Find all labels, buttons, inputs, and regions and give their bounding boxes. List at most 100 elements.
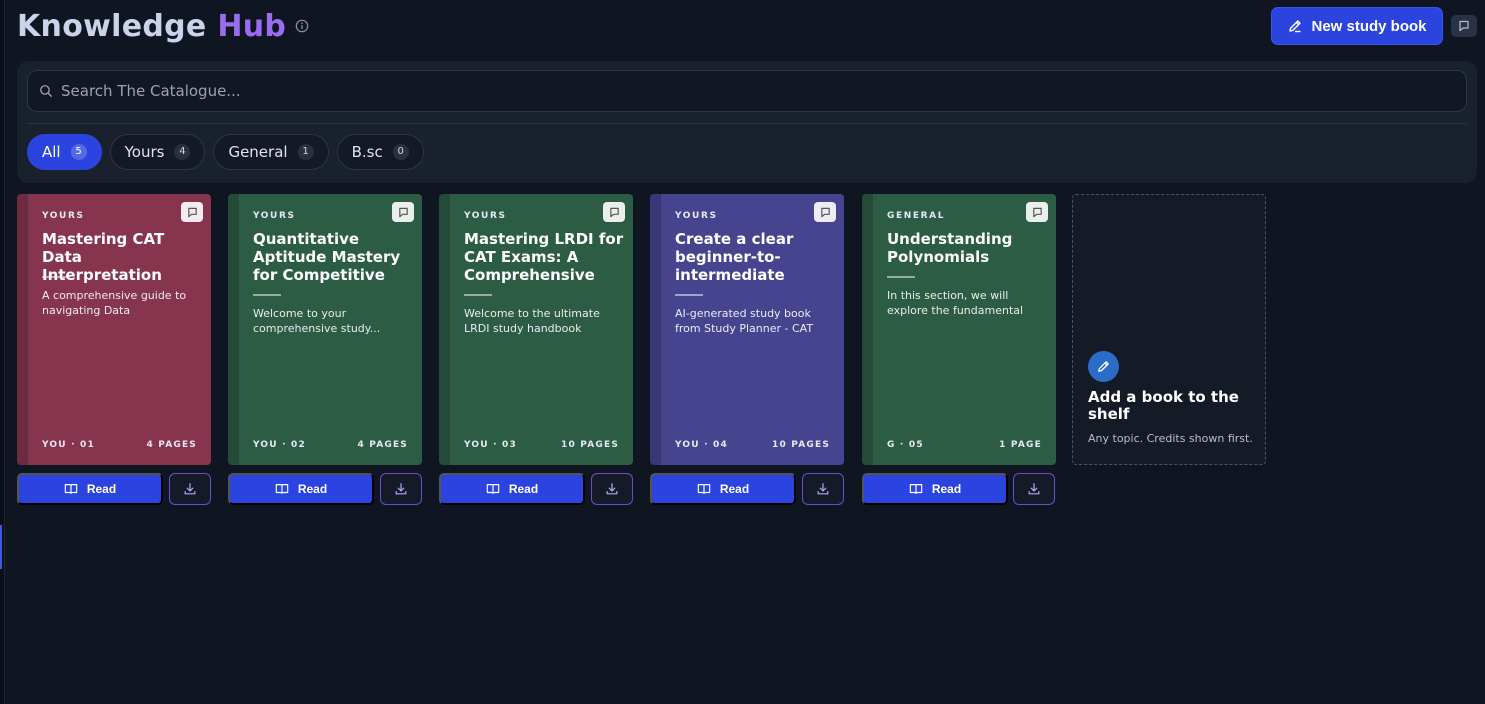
panel-divider bbox=[27, 123, 1467, 124]
read-label: Read bbox=[508, 482, 539, 496]
book-tag: YOURS bbox=[253, 211, 296, 221]
book-open-icon bbox=[486, 484, 500, 494]
flag-icon bbox=[1459, 20, 1469, 32]
add-book-pen bbox=[1088, 351, 1119, 382]
page-title-accent: Hub bbox=[217, 8, 287, 44]
bookmark-button[interactable] bbox=[603, 202, 625, 222]
new-study-book-label: New study book bbox=[1311, 17, 1427, 35]
filter-chip-all[interactable]: All 5 bbox=[27, 134, 102, 170]
filter-chip-general[interactable]: General 1 bbox=[213, 134, 329, 170]
book-owner: YOU · 04 bbox=[675, 440, 728, 450]
book-title: Create a clear beginner-to-intermediate … bbox=[675, 230, 794, 284]
book-owner: YOU · 02 bbox=[253, 440, 306, 450]
left-rail-marker bbox=[0, 525, 2, 569]
filter-chip-bsc[interactable]: B.sc 0 bbox=[336, 134, 424, 170]
add-book-title: Add a book to the shelf bbox=[1088, 388, 1239, 423]
title-rule bbox=[887, 276, 915, 278]
read-button[interactable]: Read bbox=[17, 473, 163, 505]
book-spine bbox=[228, 194, 240, 465]
book-pages: 10 PAGES bbox=[560, 440, 619, 450]
download-icon bbox=[606, 483, 618, 495]
read-button[interactable]: Read bbox=[228, 473, 374, 505]
book-meta: YOU · 03 10 PAGES bbox=[464, 440, 619, 450]
feedback-button[interactable] bbox=[1451, 15, 1477, 37]
filter-chip-label: B.sc bbox=[351, 143, 383, 161]
flag-icon bbox=[609, 207, 619, 217]
book-pages: 10 PAGES bbox=[771, 440, 830, 450]
read-label: Read bbox=[297, 482, 328, 496]
filter-chip-count: 1 bbox=[297, 144, 314, 160]
book-description: Welcome to your comprehensive study... bbox=[253, 307, 381, 335]
page-title-main: Knowledge bbox=[17, 8, 207, 44]
book-spine bbox=[17, 194, 29, 465]
read-button[interactable]: Read bbox=[862, 473, 1008, 505]
book-pages: 1 PAGE bbox=[999, 440, 1042, 450]
book-card[interactable]: YOURS Quantitative Aptitude Mastery for … bbox=[228, 194, 422, 465]
book-pages: 4 PAGES bbox=[357, 440, 408, 450]
download-button[interactable] bbox=[169, 473, 211, 505]
book-pages: 4 PAGES bbox=[146, 440, 197, 450]
book-owner: G · 05 bbox=[887, 440, 924, 450]
title-rule bbox=[253, 294, 281, 296]
download-button[interactable] bbox=[380, 473, 422, 505]
book-tag: YOURS bbox=[42, 211, 85, 221]
filter-chip-label: General bbox=[228, 143, 288, 161]
add-book-card[interactable]: Add a book to the shelf Any topic. Credi… bbox=[1072, 194, 1266, 465]
search-box bbox=[27, 70, 1467, 112]
book-description: In this section, we will explore the fun… bbox=[887, 289, 1024, 317]
book-owner: YOU · 01 bbox=[42, 440, 95, 450]
search-icon bbox=[40, 85, 52, 97]
book-card[interactable]: YOURS Create a clear beginner-to-interme… bbox=[650, 194, 844, 465]
read-button[interactable]: Read bbox=[650, 473, 796, 505]
book-meta: YOU · 04 10 PAGES bbox=[675, 440, 830, 450]
catalogue-panel: All 5 Yours 4 General 1 B.sc 0 bbox=[17, 61, 1477, 183]
download-button[interactable] bbox=[1013, 473, 1055, 505]
book-open-icon bbox=[697, 484, 711, 494]
book-card[interactable]: YOURS Mastering LRDI for CAT Exams: A Co… bbox=[439, 194, 633, 465]
book-owner: YOU · 03 bbox=[464, 440, 517, 450]
read-button[interactable]: Read bbox=[439, 473, 585, 505]
book-spine bbox=[439, 194, 451, 465]
book-card[interactable]: YOURS Mastering CAT Data Interpretation … bbox=[17, 194, 211, 465]
filter-chip-count: 4 bbox=[174, 144, 191, 160]
title-rule bbox=[42, 276, 70, 278]
info-icon[interactable] bbox=[295, 19, 309, 33]
book-spine bbox=[650, 194, 662, 465]
add-book-subtitle: Any topic. Credits shown first. bbox=[1088, 432, 1253, 445]
book-title: Quantitative Aptitude Mastery for Compet… bbox=[253, 230, 401, 284]
new-study-book-button[interactable]: New study book bbox=[1271, 7, 1443, 45]
book-meta: G · 05 1 PAGE bbox=[887, 440, 1042, 450]
book-tag: YOURS bbox=[675, 211, 718, 221]
filter-chip-label: All bbox=[42, 143, 61, 161]
bookmark-button[interactable] bbox=[814, 202, 836, 222]
bookmark-button[interactable] bbox=[392, 202, 414, 222]
book-meta: YOU · 01 4 PAGES bbox=[42, 440, 197, 450]
bookmark-button[interactable] bbox=[1026, 202, 1048, 222]
pencil-icon bbox=[1289, 20, 1302, 33]
filter-chip-count: 5 bbox=[70, 144, 87, 160]
book-description: AI-generated study book from Study Plann… bbox=[675, 307, 814, 335]
read-label: Read bbox=[931, 482, 962, 496]
book-card[interactable]: GENERAL Understanding Polynomials In thi… bbox=[862, 194, 1056, 465]
book-open-icon bbox=[909, 484, 923, 494]
download-button[interactable] bbox=[591, 473, 633, 505]
book-description: A comprehensive guide to navigating Data… bbox=[42, 289, 187, 317]
book-meta: YOU · 02 4 PAGES bbox=[253, 440, 408, 450]
download-icon bbox=[184, 483, 196, 495]
download-icon bbox=[395, 483, 407, 495]
title-rule bbox=[675, 294, 703, 296]
page-title: Knowledge Hub bbox=[17, 9, 286, 44]
book-tag: YOURS bbox=[464, 211, 507, 221]
flag-icon bbox=[1032, 207, 1042, 217]
filter-chip-yours[interactable]: Yours 4 bbox=[109, 134, 206, 170]
flag-icon bbox=[398, 207, 408, 217]
book-title: Mastering LRDI for CAT Exams: A Comprehe… bbox=[464, 230, 624, 284]
book-spine bbox=[862, 194, 874, 465]
flag-icon bbox=[820, 207, 830, 217]
book-open-icon bbox=[64, 484, 78, 494]
flag-icon bbox=[187, 207, 197, 217]
download-button[interactable] bbox=[802, 473, 844, 505]
search-input[interactable] bbox=[61, 71, 1466, 111]
bookmark-button[interactable] bbox=[181, 202, 203, 222]
book-open-icon bbox=[275, 484, 289, 494]
